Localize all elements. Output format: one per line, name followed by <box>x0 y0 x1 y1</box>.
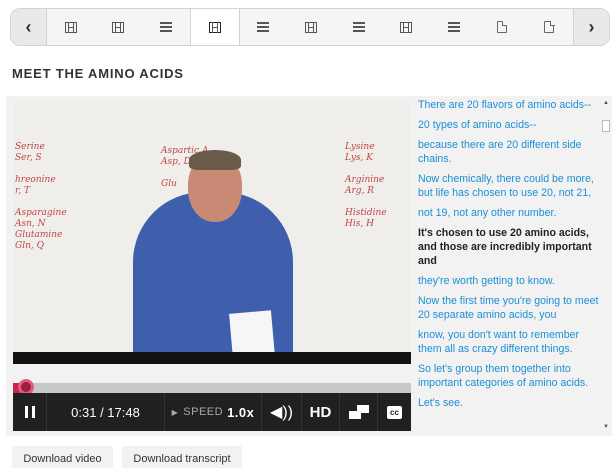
transcript-scrollbar[interactable]: ▲ ▼ <box>602 100 610 430</box>
transcript-line[interactable]: know, you don't want to remember them al… <box>418 328 600 356</box>
transcript-line[interactable]: because there are 20 different side chai… <box>418 138 600 166</box>
board-text-right: Lysine Lys, K Arginine Arg, R Histidine … <box>345 142 387 229</box>
sequence-item-problem-7[interactable] <box>335 9 383 45</box>
sequence-item-problem-3[interactable] <box>142 9 190 45</box>
video-icon <box>64 21 77 33</box>
sequence-item-video-1[interactable] <box>47 9 95 45</box>
problem-icon <box>352 22 365 32</box>
cc-icon: cc <box>387 405 402 419</box>
fullscreen-icon <box>348 405 369 419</box>
video-letterbox <box>13 352 411 364</box>
video-player[interactable]: Serine Ser, S hreonine r, T Asparagine A… <box>13 102 411 364</box>
problem-icon <box>447 22 460 32</box>
transcript-line[interactable]: not 19, not any other number. <box>418 206 600 220</box>
board-text-left: Serine Ser, S hreonine r, T Asparagine A… <box>15 142 67 251</box>
speed-button[interactable]: ▶ SPEED 1.0x <box>165 393 262 431</box>
video-module: Serine Ser, S hreonine r, T Asparagine A… <box>6 96 612 436</box>
next-unit-button[interactable]: › <box>573 9 609 45</box>
speed-value: 1.0x <box>227 404 255 420</box>
download-video-button[interactable]: Download video <box>12 446 113 468</box>
video-icon <box>112 21 125 33</box>
sequence-item-video-2[interactable] <box>95 9 143 45</box>
video-icon <box>208 21 221 33</box>
transcript-line[interactable]: Now the first time you're going to meet … <box>418 294 600 322</box>
fullscreen-button[interactable] <box>340 393 378 431</box>
video-icon <box>400 21 413 33</box>
download-transcript-button[interactable]: Download transcript <box>122 446 242 468</box>
document-icon <box>496 20 508 33</box>
unit-title: MEET THE AMINO ACIDS <box>12 66 184 81</box>
presenter-hair <box>189 150 241 170</box>
scroll-down-icon[interactable]: ▼ <box>602 424 610 430</box>
hd-button[interactable]: HD <box>302 393 340 431</box>
time-display: 0:31 / 17:48 <box>47 393 165 431</box>
speed-label: SPEED <box>183 406 224 418</box>
video-progress-slider[interactable] <box>13 379 411 395</box>
sequence-item-document-11[interactable] <box>525 9 573 45</box>
transcript-line[interactable]: they're worth getting to know. <box>418 274 600 288</box>
transcript-line-current[interactable]: It's chosen to use 20 amino acids, and t… <box>418 226 600 268</box>
scroll-up-icon[interactable]: ▲ <box>602 100 610 106</box>
pause-button[interactable] <box>13 393 47 431</box>
previous-unit-button[interactable]: ‹ <box>11 9 47 45</box>
sequence-items <box>47 9 573 45</box>
volume-button[interactable]: ◀)) <box>262 393 302 431</box>
sequence-item-problem-5[interactable] <box>240 9 288 45</box>
document-icon <box>544 20 555 33</box>
closed-captions-button[interactable]: cc <box>378 393 411 431</box>
volume-icon: ◀)) <box>270 404 293 421</box>
transcript-line[interactable]: 20 types of amino acids-- <box>418 118 600 132</box>
pause-icon <box>24 406 35 418</box>
sequence-item-video-4[interactable] <box>189 9 240 45</box>
speed-arrow-icon: ▶ <box>171 407 179 417</box>
problem-icon <box>160 22 173 32</box>
video-icon <box>305 21 318 33</box>
transcript-line[interactable]: There are 20 flavors of amino acids-- <box>418 98 600 112</box>
sequence-item-video-8[interactable] <box>382 9 430 45</box>
sequence-nav: ‹ › <box>10 8 610 46</box>
transcript-panel: There are 20 flavors of amino acids-- 20 … <box>418 96 600 436</box>
problem-icon <box>257 22 270 32</box>
sequence-item-document-10[interactable] <box>478 9 526 45</box>
transcript-line[interactable]: Let's see. <box>418 396 600 410</box>
sequence-item-video-6[interactable] <box>287 9 335 45</box>
video-controls: 0:31 / 17:48 ▶ SPEED 1.0x ◀)) HD cc <box>13 393 411 431</box>
transcript-line[interactable]: Now chemically, there could be more, but… <box>418 172 600 200</box>
sequence-item-problem-9[interactable] <box>430 9 478 45</box>
scrollbar-thumb[interactable] <box>602 120 610 132</box>
transcript-line[interactable]: So let's group them together into import… <box>418 362 600 390</box>
